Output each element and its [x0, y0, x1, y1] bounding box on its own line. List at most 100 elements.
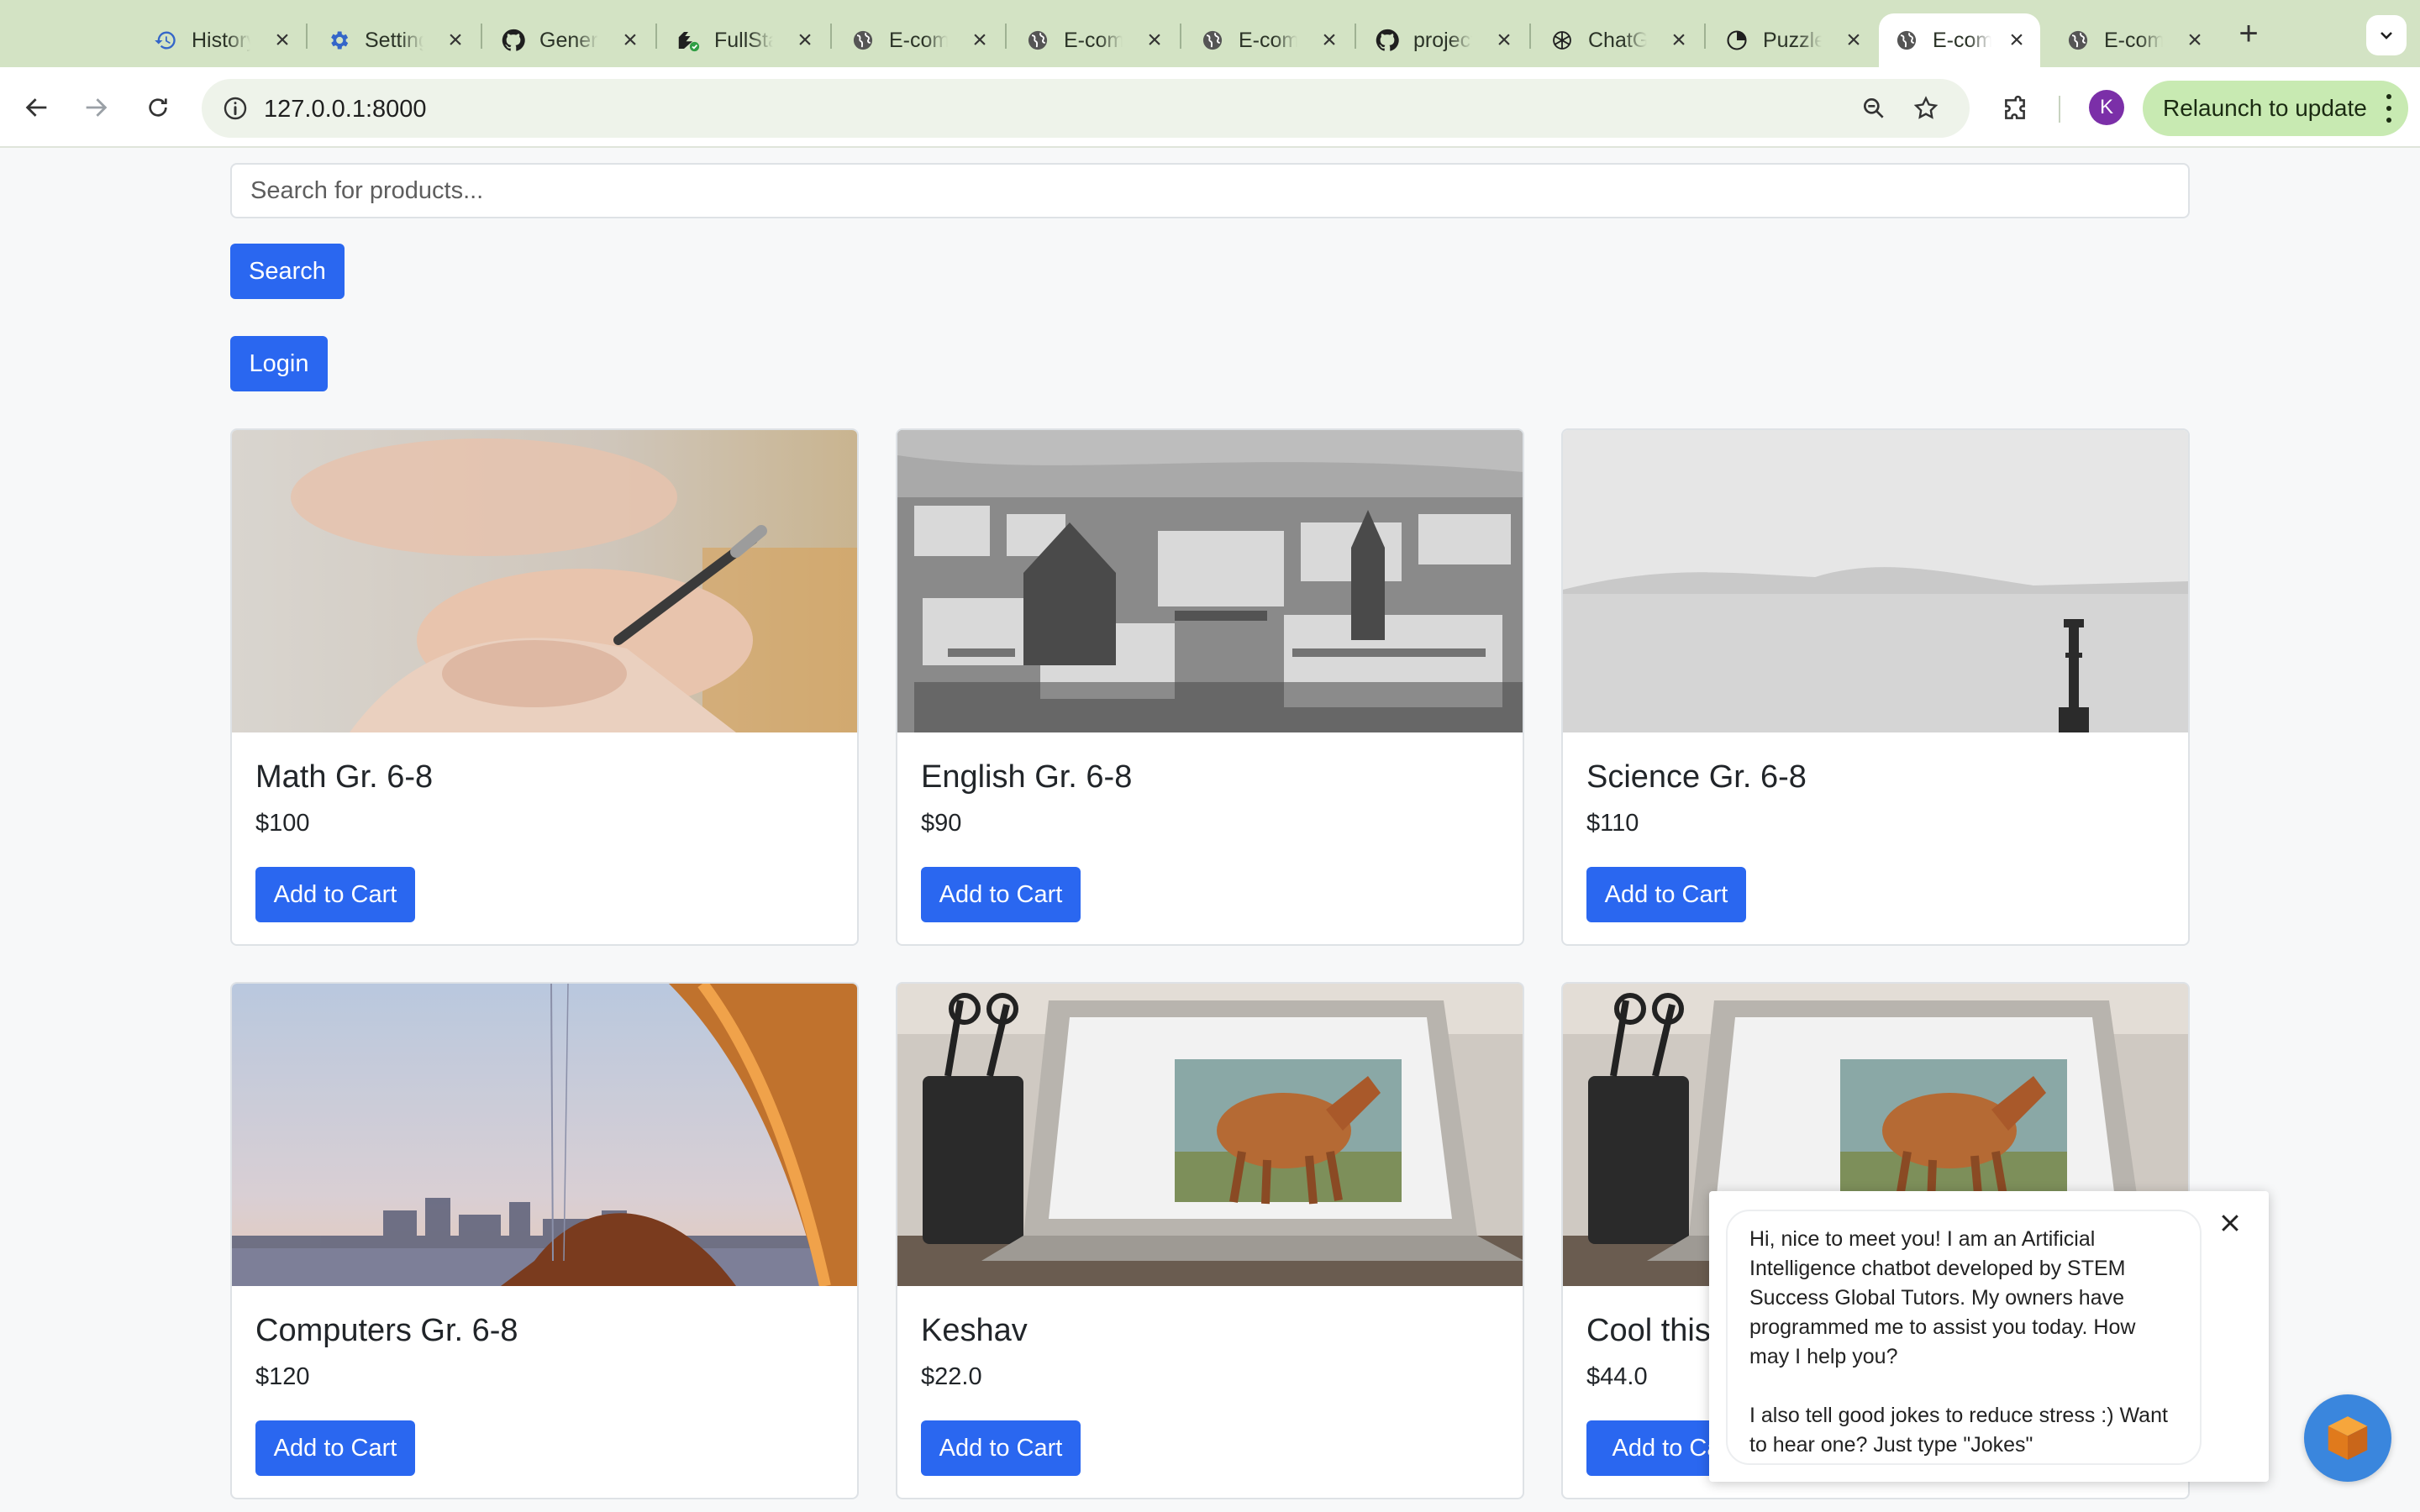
- tab-generate[interactable]: Generate ×: [486, 13, 654, 67]
- tab-divider: [1180, 24, 1181, 49]
- tab-settings[interactable]: Settings ×: [311, 13, 479, 67]
- chatbot-launcher-button[interactable]: [2304, 1394, 2391, 1482]
- tab-divider: [1005, 24, 1007, 49]
- product-image-city-aerial: [897, 430, 1523, 732]
- globe-icon: [2065, 28, 2091, 53]
- browser-toolbar: 127.0.0.1:8000 K Relaunch to update: [0, 67, 2420, 148]
- reload-icon: [149, 98, 167, 117]
- settings-gear-icon: [326, 28, 351, 53]
- tab-divider: [655, 24, 657, 49]
- chat-close-icon[interactable]: [2215, 1208, 2245, 1238]
- chatbot-popup: Hi, nice to meet you! I am an Artificial…: [1709, 1191, 2269, 1482]
- fullstack-icon: [676, 28, 701, 53]
- forward-button[interactable]: [76, 87, 116, 128]
- tab-divider: [481, 24, 482, 49]
- chatbot-greeting-text: Hi, nice to meet you! I am an Artificial…: [1749, 1227, 2136, 1368]
- close-tab-icon[interactable]: ×: [2183, 28, 2207, 53]
- product-search-input[interactable]: [230, 163, 2190, 218]
- product-price: $100: [255, 810, 310, 837]
- close-tab-icon[interactable]: ×: [1143, 28, 1166, 53]
- close-tab-icon[interactable]: ×: [793, 28, 817, 53]
- close-tab-icon[interactable]: ×: [1318, 28, 1341, 53]
- add-to-cart-button[interactable]: Add to Cart: [921, 867, 1081, 922]
- puzzle-icon: [1724, 28, 1749, 53]
- add-to-cart-button[interactable]: Add to Cart: [255, 867, 415, 922]
- back-arrow-icon: [25, 98, 47, 117]
- close-tab-icon[interactable]: ×: [2005, 28, 2028, 53]
- globe-icon: [1025, 28, 1050, 53]
- extensions-puzzle-icon[interactable]: [1995, 89, 2035, 129]
- tab-divider: [1704, 24, 1706, 49]
- reload-button[interactable]: [138, 87, 178, 128]
- product-name: English Gr. 6-8: [921, 759, 1133, 795]
- tab-ecommerce-4[interactable]: E-commerce ×: [2050, 13, 2218, 67]
- bookmark-star-icon[interactable]: [1907, 90, 1944, 127]
- forward-arrow-icon: [86, 98, 108, 117]
- tab-puzzle[interactable]: Puzzle ×: [1709, 13, 1877, 67]
- tab-divider: [1529, 24, 1531, 49]
- tab-search-button[interactable]: [2366, 15, 2407, 55]
- tab-ecommerce-3[interactable]: E-commerce ×: [1185, 13, 1353, 67]
- product-card: Computers Gr. 6-8 $120 Add to Cart: [230, 982, 859, 1499]
- github-icon: [1375, 28, 1400, 53]
- product-name: Science Gr. 6-8: [1586, 759, 1807, 795]
- product-name: Math Gr. 6-8: [255, 759, 434, 795]
- tab-ecommerce-1[interactable]: E-commerce ×: [835, 13, 1003, 67]
- product-card: Science Gr. 6-8 $110 Add to Cart: [1561, 428, 2190, 946]
- chevron-down-icon: [2381, 32, 2392, 39]
- add-to-cart-button[interactable]: Add to Cart: [255, 1420, 415, 1476]
- globe-icon: [1200, 28, 1225, 53]
- close-tab-icon[interactable]: ×: [444, 28, 467, 53]
- profile-avatar[interactable]: K: [2089, 90, 2124, 125]
- address-bar[interactable]: 127.0.0.1:8000: [202, 79, 1970, 138]
- product-image-harbor-skyline: [232, 984, 857, 1286]
- relaunch-button[interactable]: Relaunch to update: [2143, 81, 2408, 136]
- close-tab-icon[interactable]: ×: [968, 28, 992, 53]
- tab-divider: [1355, 24, 1356, 49]
- tab-chatgpt[interactable]: ChatGPT ×: [1534, 13, 1702, 67]
- tab-ecommerce-active[interactable]: E-commerce ×: [1879, 13, 2040, 67]
- new-tab-icon[interactable]: +: [2232, 17, 2265, 50]
- close-tab-icon[interactable]: ×: [1842, 28, 1865, 53]
- tab-strip: History × Settings × Generate × FullStac…: [0, 0, 2420, 67]
- close-tab-icon[interactable]: ×: [618, 28, 642, 53]
- login-button[interactable]: Login: [230, 336, 328, 391]
- add-to-cart-button[interactable]: Add to Cart: [921, 1420, 1081, 1476]
- zoom-icon[interactable]: [1855, 90, 1892, 127]
- tab-divider: [830, 24, 832, 49]
- tab-history[interactable]: History ×: [138, 13, 306, 67]
- globe-icon: [1894, 28, 1919, 53]
- close-tab-icon[interactable]: ×: [271, 28, 294, 53]
- product-price: $120: [255, 1363, 310, 1390]
- product-name: Computers Gr. 6-8: [255, 1313, 518, 1348]
- product-name: Cool this: [1586, 1313, 1711, 1348]
- chatgpt-icon: [1549, 28, 1575, 53]
- product-price: $90: [921, 810, 962, 837]
- tab-project[interactable]: project ×: [1360, 13, 1528, 67]
- tab-ecommerce-2[interactable]: E-commerce ×: [1010, 13, 1178, 67]
- close-tab-icon[interactable]: ×: [1667, 28, 1691, 53]
- search-button[interactable]: Search: [230, 244, 345, 299]
- product-price: $22.0: [921, 1363, 982, 1390]
- product-price: $44.0: [1586, 1363, 1648, 1390]
- product-price: $110: [1586, 810, 1639, 837]
- back-button[interactable]: [17, 87, 57, 128]
- history-icon: [153, 28, 178, 53]
- chatbot-jokes-text: I also tell good jokes to reduce stress …: [1749, 1404, 2168, 1457]
- tab-fullstack[interactable]: FullStack ×: [660, 13, 829, 67]
- add-to-cart-button[interactable]: Add to Cart: [1586, 867, 1746, 922]
- product-image-hands-writing: [232, 430, 857, 732]
- url-text[interactable]: 127.0.0.1:8000: [264, 96, 427, 123]
- product-card: Keshav $22.0 Add to Cart: [896, 982, 1524, 1499]
- product-card: Math Gr. 6-8 $100 Add to Cart: [230, 428, 859, 946]
- close-tab-icon[interactable]: ×: [1492, 28, 1516, 53]
- toolbar-divider: [2059, 96, 2060, 123]
- github-icon: [501, 28, 526, 53]
- chatbot-cube-icon: [2328, 1416, 2368, 1460]
- more-menu-icon[interactable]: [2385, 94, 2393, 123]
- globe-icon: [850, 28, 876, 53]
- site-info-icon[interactable]: [215, 88, 255, 129]
- product-name: Keshav: [921, 1313, 1028, 1348]
- chatbot-message-bubble: Hi, nice to meet you! I am an Artificial…: [1726, 1210, 2202, 1465]
- tab-divider: [306, 24, 308, 49]
